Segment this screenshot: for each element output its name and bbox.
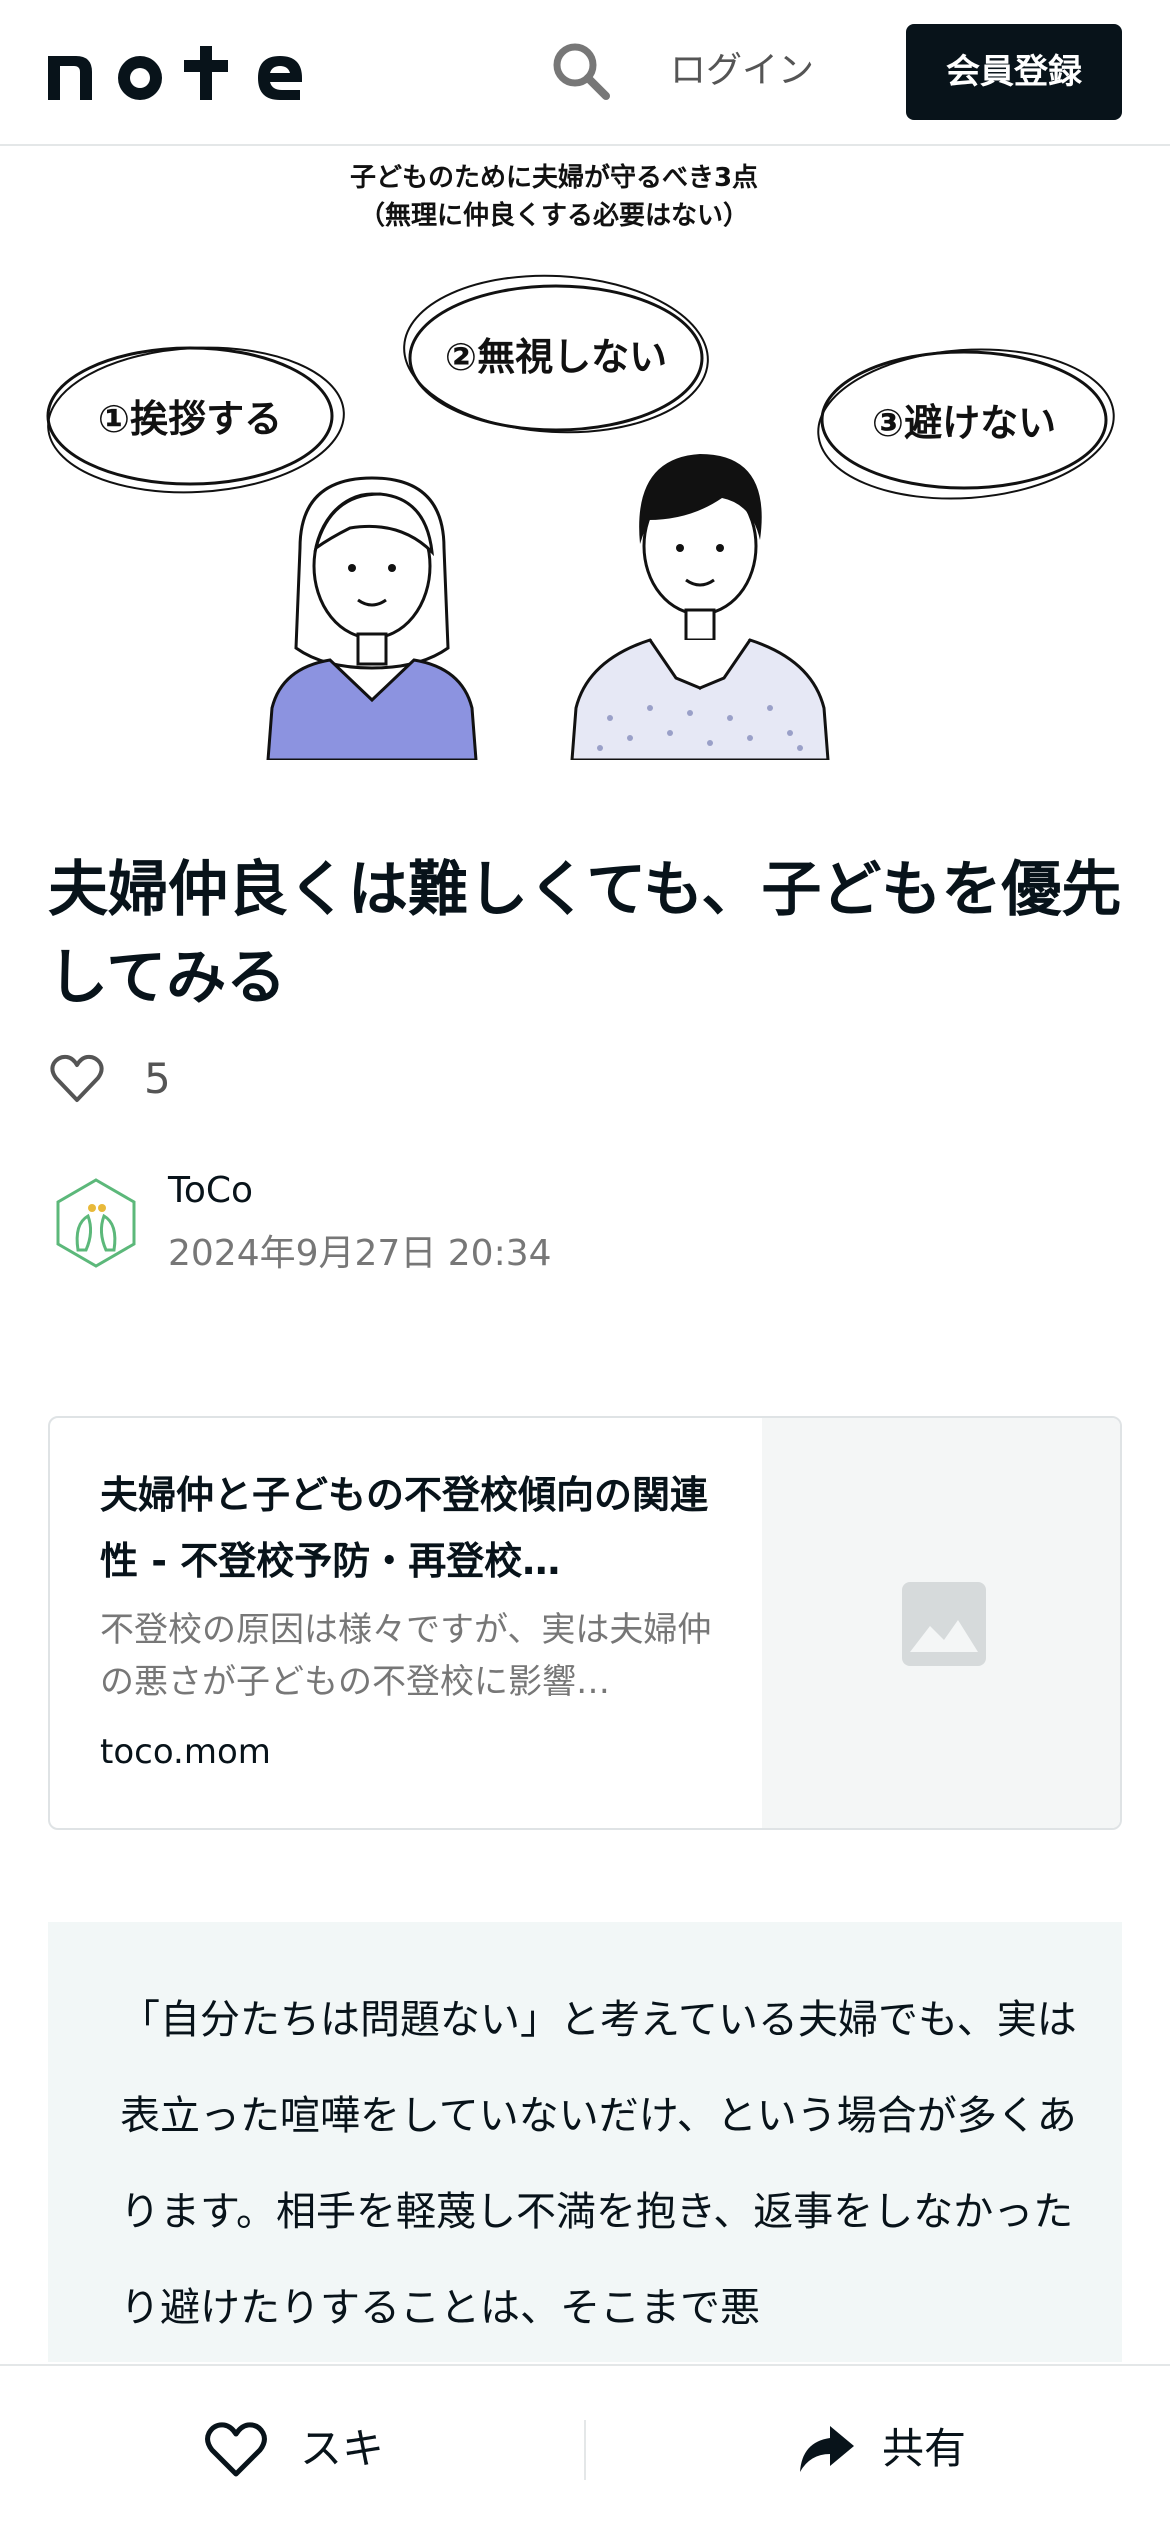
bubble2-text: ②無視しない (445, 335, 667, 379)
article-title: 夫婦仲良くは難しくても、子どもを優先してみる (48, 855, 1122, 1013)
man-illustration (570, 454, 830, 760)
quote-block: 「自分たちは問題ない」と考えている夫婦でも、実は表立った喧嘩をしていないだけ、と… (48, 1922, 1122, 2362)
link-card-description: 不登校の原因は様々ですが、実は夫婦仲の悪さが子どもの不登校に影響… (100, 1610, 712, 1702)
hero-heading-line1: 子どものために夫婦が守るべき3点 (350, 162, 758, 193)
header: note ログイン 会員登録 (0, 0, 1170, 146)
bubble3-text: ③避けない (872, 401, 1056, 445)
note-logo[interactable]: note (48, 38, 348, 108)
divider (584, 2420, 586, 2480)
link-card-domain: toco.mom (100, 1732, 271, 1772)
author-name[interactable]: ToCo (168, 1170, 253, 1211)
hero-heading-line2: （無理に仲良くする必要はない） (359, 200, 749, 231)
publish-date: 2024年9月27日 20:34 (168, 1233, 552, 1274)
login-link[interactable]: ログイン (670, 40, 814, 102)
search-icon[interactable] (548, 38, 614, 104)
share-label: 共有 (882, 2424, 967, 2473)
like-label: スキ (300, 2424, 385, 2473)
signup-button[interactable]: 会員登録 (906, 24, 1122, 120)
heart-icon[interactable] (48, 1050, 106, 1108)
bottom-action-bar: スキ 共有 (0, 2364, 1170, 2532)
author-avatar[interactable] (48, 1174, 144, 1270)
image-placeholder-icon (902, 1582, 986, 1666)
bubble-greet: ①挨拶する (46, 346, 345, 494)
bubble-no-ignore: ②無視しない (403, 274, 709, 434)
bubble-no-avoid: ③避けない (817, 348, 1115, 500)
heart-icon (205, 2422, 267, 2477)
link-card[interactable]: 夫婦仲と子どもの不登校傾向の関連性 - 不登校予防・再登校… 不登校の原因は様々… (48, 1416, 1122, 1830)
link-card-title: 夫婦仲と子どもの不登校傾向の関連性 - 不登校予防・再登校… (100, 1473, 709, 1583)
woman-illustration (266, 476, 478, 760)
author-block[interactable]: ToCo 2024年9月27日 20:34 (48, 1170, 948, 1280)
share-arrow-icon (800, 2426, 854, 2472)
like-count: 5 (144, 1054, 171, 1103)
link-card-thumbnail (762, 1418, 1120, 1828)
hero-illustration: 子どものために夫婦が守るべき3点 （無理に仲良くする必要はない） ①挨拶する ②… (0, 148, 1170, 760)
quote-text: 「自分たちは問題ない」と考えている夫婦でも、実は表立った喧嘩をしていないだけ、と… (120, 1997, 1077, 2331)
bubble1-text: ①挨拶する (98, 397, 282, 441)
